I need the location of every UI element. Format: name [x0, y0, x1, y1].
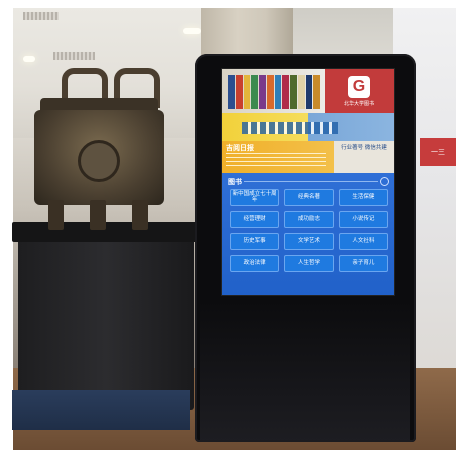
category-tile[interactable]: 人文社科: [338, 233, 388, 250]
kiosk-reflection: [200, 300, 410, 440]
kiosk-screen: G 北华大学图书 吉阅日报 行业著号 微信共建 图书 新中国成立七十周年 经典名…: [221, 68, 395, 296]
ceiling-vent: [53, 52, 95, 60]
bronze-leg: [48, 200, 64, 230]
category-tile[interactable]: 生活保健: [338, 189, 388, 206]
pedestal-base: [12, 390, 190, 430]
side-promo: 行业著号 微信共建: [341, 145, 387, 151]
category-tile[interactable]: 历史军事: [230, 233, 280, 250]
notice-text-lines: [226, 153, 326, 169]
promo-band-graphic: [242, 122, 338, 134]
menu-title: 图书: [228, 178, 242, 186]
pedestal-top: [12, 222, 200, 242]
ceiling-vent: [23, 12, 59, 20]
bronze-leg: [132, 200, 148, 230]
category-tile[interactable]: 亲子育儿: [338, 255, 388, 272]
bookshelf-image: [228, 75, 320, 109]
ceiling-light: [23, 56, 35, 62]
category-tile[interactable]: 新中国成立七十周年: [230, 189, 280, 206]
library-logo: G 北华大学图书: [329, 73, 389, 109]
logo-caption: 北华大学图书: [343, 100, 374, 107]
menu-divider: [244, 181, 378, 182]
bronze-leg: [90, 200, 106, 230]
category-tile[interactable]: 政治法律: [230, 255, 280, 272]
logo-mark-icon: G: [348, 75, 370, 98]
menu-circle-icon: [380, 177, 389, 186]
category-tile[interactable]: 经典名著: [284, 189, 334, 206]
category-grid: 新中国成立七十周年 经典名著 生活保健 经营理财 成功励志 小说传记 历史军事 …: [230, 189, 388, 272]
red-sign: 一三: [420, 138, 456, 166]
bronze-medallion: [78, 140, 120, 182]
category-tile[interactable]: 文学艺术: [284, 233, 334, 250]
pedestal: [18, 235, 194, 410]
category-tile[interactable]: 人生哲学: [284, 255, 334, 272]
category-tile[interactable]: 经营理财: [230, 211, 280, 228]
notice-title: 吉阅日报: [226, 145, 254, 152]
category-tile[interactable]: 成功励志: [284, 211, 334, 228]
category-tile[interactable]: 小说传记: [338, 211, 388, 228]
ceiling-light: [183, 28, 201, 34]
